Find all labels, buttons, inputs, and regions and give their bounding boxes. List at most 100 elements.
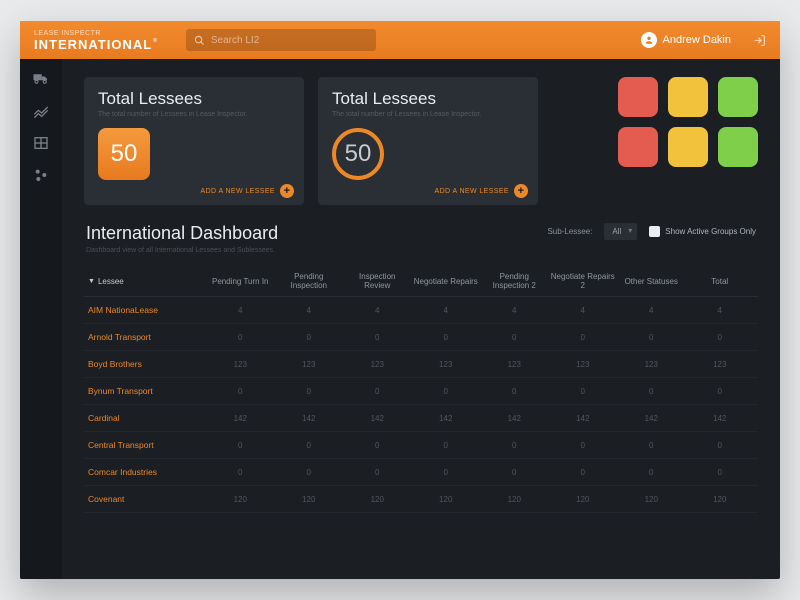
table-cell: 123 (343, 360, 412, 369)
panel-controls: Sub-Lessee: All Show Active Groups Only (547, 223, 756, 240)
logout-icon[interactable] (753, 34, 766, 47)
table-cell: 4 (686, 306, 755, 315)
column-header[interactable]: Pending Inspection (275, 272, 344, 290)
table-row[interactable]: Comcar Industries00000000 (84, 459, 758, 486)
table-row[interactable]: Central Transport00000000 (84, 432, 758, 459)
table-cell: 123 (412, 360, 481, 369)
table-cell: 0 (343, 333, 412, 342)
lessee-name[interactable]: Boyd Brothers (88, 359, 206, 369)
color-tile[interactable] (668, 77, 708, 117)
brand-subtitle: LEASE INSPECTR (34, 30, 158, 37)
lessee-name[interactable]: Arnold Transport (88, 332, 206, 342)
table-cell: 0 (206, 468, 275, 477)
table-cell: 4 (343, 306, 412, 315)
checkbox-icon (649, 226, 660, 237)
table-cell: 120 (480, 495, 549, 504)
column-header[interactable]: Negotiate Repairs (412, 277, 481, 286)
table-cell: 120 (686, 495, 755, 504)
table-cell: 142 (275, 414, 344, 423)
settings-icon[interactable] (33, 167, 49, 183)
table-cell: 4 (549, 306, 618, 315)
lessee-name[interactable]: Cardinal (88, 413, 206, 423)
table-row[interactable]: Arnold Transport00000000 (84, 324, 758, 351)
table-cell: 4 (275, 306, 344, 315)
table-row[interactable]: Cardinal142142142142142142142142 (84, 405, 758, 432)
table-cell: 142 (686, 414, 755, 423)
add-lessee-button[interactable]: ADD A NEW LESSEE + (435, 184, 528, 198)
table-cell: 142 (549, 414, 618, 423)
column-header[interactable]: Negotiate Repairs 2 (549, 272, 618, 290)
table-cell: 0 (275, 468, 344, 477)
card-action-label: ADD A NEW LESSEE (201, 188, 275, 195)
table-cell: 0 (617, 387, 686, 396)
lessee-name[interactable]: Comcar Industries (88, 467, 206, 477)
color-tile[interactable] (718, 127, 758, 167)
column-header[interactable]: Other Statuses (617, 277, 686, 286)
table-cell: 0 (549, 441, 618, 450)
lessee-name[interactable]: Covenant (88, 494, 206, 504)
table-cell: 120 (206, 495, 275, 504)
table-cell: 0 (686, 387, 755, 396)
table-cell: 0 (686, 468, 755, 477)
table-row[interactable]: Boyd Brothers123123123123123123123123 (84, 351, 758, 378)
card-value: 50 (111, 140, 138, 168)
table-cell: 0 (343, 468, 412, 477)
search-input[interactable] (211, 35, 368, 46)
table-cell: 0 (617, 333, 686, 342)
card-value: 50 (345, 140, 372, 168)
brand-title: INTERNATIONAL ® (34, 38, 158, 51)
card-subtitle: The total number of Lessees in Lease Ins… (98, 111, 290, 118)
column-header[interactable]: Pending Turn In (206, 277, 275, 286)
column-header[interactable]: Total (686, 277, 755, 286)
card-total-lessees-1: Total Lessees The total number of Lessee… (84, 77, 304, 205)
table-cell: 0 (206, 333, 275, 342)
dashboard-panel: International Dashboard Dashboard view o… (84, 223, 758, 513)
cards-row: Total Lessees The total number of Lessee… (84, 77, 758, 205)
main-content: Total Lessees The total number of Lessee… (62, 59, 780, 579)
table-cell: 120 (412, 495, 481, 504)
brand: LEASE INSPECTR INTERNATIONAL ® (34, 30, 158, 51)
table-cell: 120 (549, 495, 618, 504)
chart-icon[interactable] (33, 103, 49, 119)
lessee-name[interactable]: Bynum Transport (88, 386, 206, 396)
table-cell: 123 (686, 360, 755, 369)
table-cell: 0 (275, 441, 344, 450)
avatar-icon (641, 32, 657, 48)
table-row[interactable]: Covenant120120120120120120120120 (84, 486, 758, 513)
sort-icon[interactable]: ▼ (88, 278, 95, 285)
add-lessee-button[interactable]: ADD A NEW LESSEE + (201, 184, 294, 198)
color-tile[interactable] (668, 127, 708, 167)
lessee-name[interactable]: Central Transport (88, 440, 206, 450)
table-row[interactable]: Bynum Transport00000000 (84, 378, 758, 405)
color-tile[interactable] (718, 77, 758, 117)
user-name: Andrew Dakin (663, 34, 731, 46)
sub-lessee-select[interactable]: All (604, 223, 637, 240)
table-cell: 0 (617, 441, 686, 450)
table-cell: 142 (206, 414, 275, 423)
table-cell: 0 (412, 441, 481, 450)
table-cell: 0 (549, 468, 618, 477)
show-active-toggle[interactable]: Show Active Groups Only (649, 226, 756, 237)
table-cell: 120 (617, 495, 686, 504)
search-box[interactable] (186, 29, 376, 51)
column-header[interactable]: ▼Lessee (88, 277, 206, 286)
truck-icon[interactable] (32, 69, 50, 87)
column-header[interactable]: Pending Inspection 2 (480, 272, 549, 290)
table-row[interactable]: AIM NationaLease44444444 (84, 297, 758, 324)
table-cell: 123 (549, 360, 618, 369)
lessee-name[interactable]: AIM NationaLease (88, 305, 206, 315)
color-tile[interactable] (618, 77, 658, 117)
table-cell: 142 (412, 414, 481, 423)
table-icon[interactable] (33, 135, 49, 151)
column-header[interactable]: Inspection Review (343, 272, 412, 290)
user-menu[interactable]: Andrew Dakin (641, 32, 731, 48)
sidebar (20, 59, 62, 579)
table-cell: 123 (275, 360, 344, 369)
card-total-lessees-2: Total Lessees The total number of Lessee… (318, 77, 538, 205)
color-tile[interactable] (618, 127, 658, 167)
table-cell: 123 (206, 360, 275, 369)
plus-icon: + (514, 184, 528, 198)
table-cell: 0 (206, 387, 275, 396)
table-cell: 0 (343, 441, 412, 450)
table-cell: 4 (412, 306, 481, 315)
